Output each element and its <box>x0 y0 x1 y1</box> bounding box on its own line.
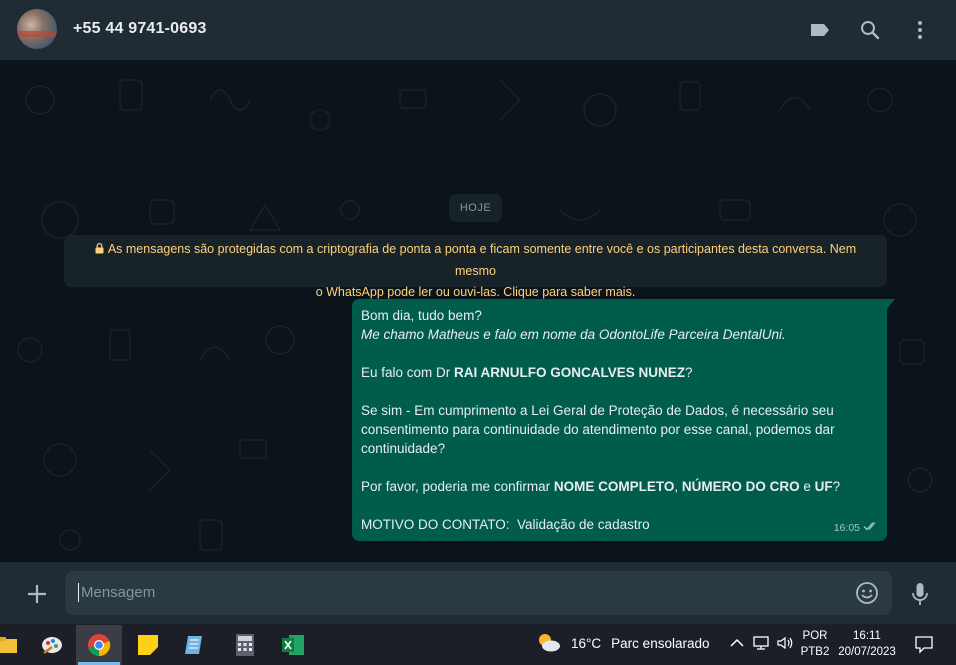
message-intro: Me chamo Matheus e falo em nome da Odont… <box>361 327 786 342</box>
encryption-notice[interactable]: As mensagens são protegidas com a cripto… <box>64 235 887 299</box>
conversation-panel: HOJE As mensagens são protegidas com a c… <box>0 60 956 562</box>
microphone-icon[interactable] <box>908 581 932 607</box>
message-reason: MOTIVO DO CONTATO: Validação de cadastro <box>361 517 650 532</box>
chevron-up-icon[interactable] <box>728 634 746 652</box>
attach-plus-icon[interactable] <box>24 581 50 607</box>
message-meta: 16:05 <box>834 519 879 538</box>
message-input-placeholder: Mensagem <box>81 584 156 601</box>
encryption-notice-line1: As mensagens são protegidas com a cripto… <box>107 242 857 278</box>
notification-center-icon[interactable] <box>914 634 934 654</box>
message-confirm: Por favor, poderia me confirmar NOME COM… <box>361 479 841 494</box>
message-question: Eu falo com Dr RAI ARNULFO GONCALVES NUN… <box>361 365 693 380</box>
search-icon[interactable] <box>858 18 882 42</box>
emoji-icon[interactable] <box>855 581 879 605</box>
lock-icon <box>95 240 104 261</box>
weather-widget[interactable]: 16°C Parc ensolarado <box>535 631 709 656</box>
sticky-notes-icon[interactable] <box>125 625 171 665</box>
calculator-icon[interactable] <box>222 625 268 665</box>
volume-icon[interactable] <box>776 634 794 652</box>
more-vertical-icon[interactable] <box>908 18 932 42</box>
excel-icon[interactable] <box>270 625 316 665</box>
message-greeting: Bom dia, tudo bem? <box>361 308 482 323</box>
system-clock[interactable]: 16:11 20/07/2023 <box>836 628 898 660</box>
date-separator: HOJE <box>449 194 502 222</box>
weather-temp: 16°C <box>571 636 602 651</box>
input-language[interactable]: POR PTB2 <box>800 628 830 660</box>
message-composer: Mensagem <box>0 562 956 624</box>
weather-text: Parc ensolarado <box>611 636 710 651</box>
label-icon[interactable] <box>808 18 832 42</box>
paint-icon[interactable] <box>29 625 75 665</box>
windows-taskbar: 16°C Parc ensolarado POR PTB2 16:11 20/0… <box>0 624 956 665</box>
outgoing-message-bubble[interactable]: Bom dia, tudo bem? Me chamo Matheus e fa… <box>352 299 895 541</box>
chat-header: +55 44 9741-0693 <box>0 0 956 60</box>
message-time: 16:05 <box>833 522 860 534</box>
message-lgpd-line1: Se sim - Em cumprimento a Lei Geral de P… <box>361 403 834 418</box>
contact-avatar[interactable] <box>17 9 57 49</box>
chrome-icon[interactable] <box>76 625 122 665</box>
message-lgpd-line3: continuidade? <box>361 441 446 456</box>
message-input[interactable]: Mensagem <box>65 571 892 615</box>
partly-sunny-icon <box>535 631 561 656</box>
clock-time: 16:11 <box>853 630 881 642</box>
network-icon[interactable] <box>752 634 770 652</box>
doctor-name: RAI ARNULFO GONCALVES NUNEZ <box>454 365 686 380</box>
message-lgpd-line2: consentimento para continuidade do atend… <box>361 422 835 437</box>
notepad-icon[interactable] <box>172 625 218 665</box>
contact-name[interactable]: +55 44 9741-0693 <box>73 20 207 38</box>
file-explorer-icon[interactable] <box>0 625 30 665</box>
clock-date: 20/07/2023 <box>838 646 896 658</box>
double-check-icon <box>863 519 879 538</box>
